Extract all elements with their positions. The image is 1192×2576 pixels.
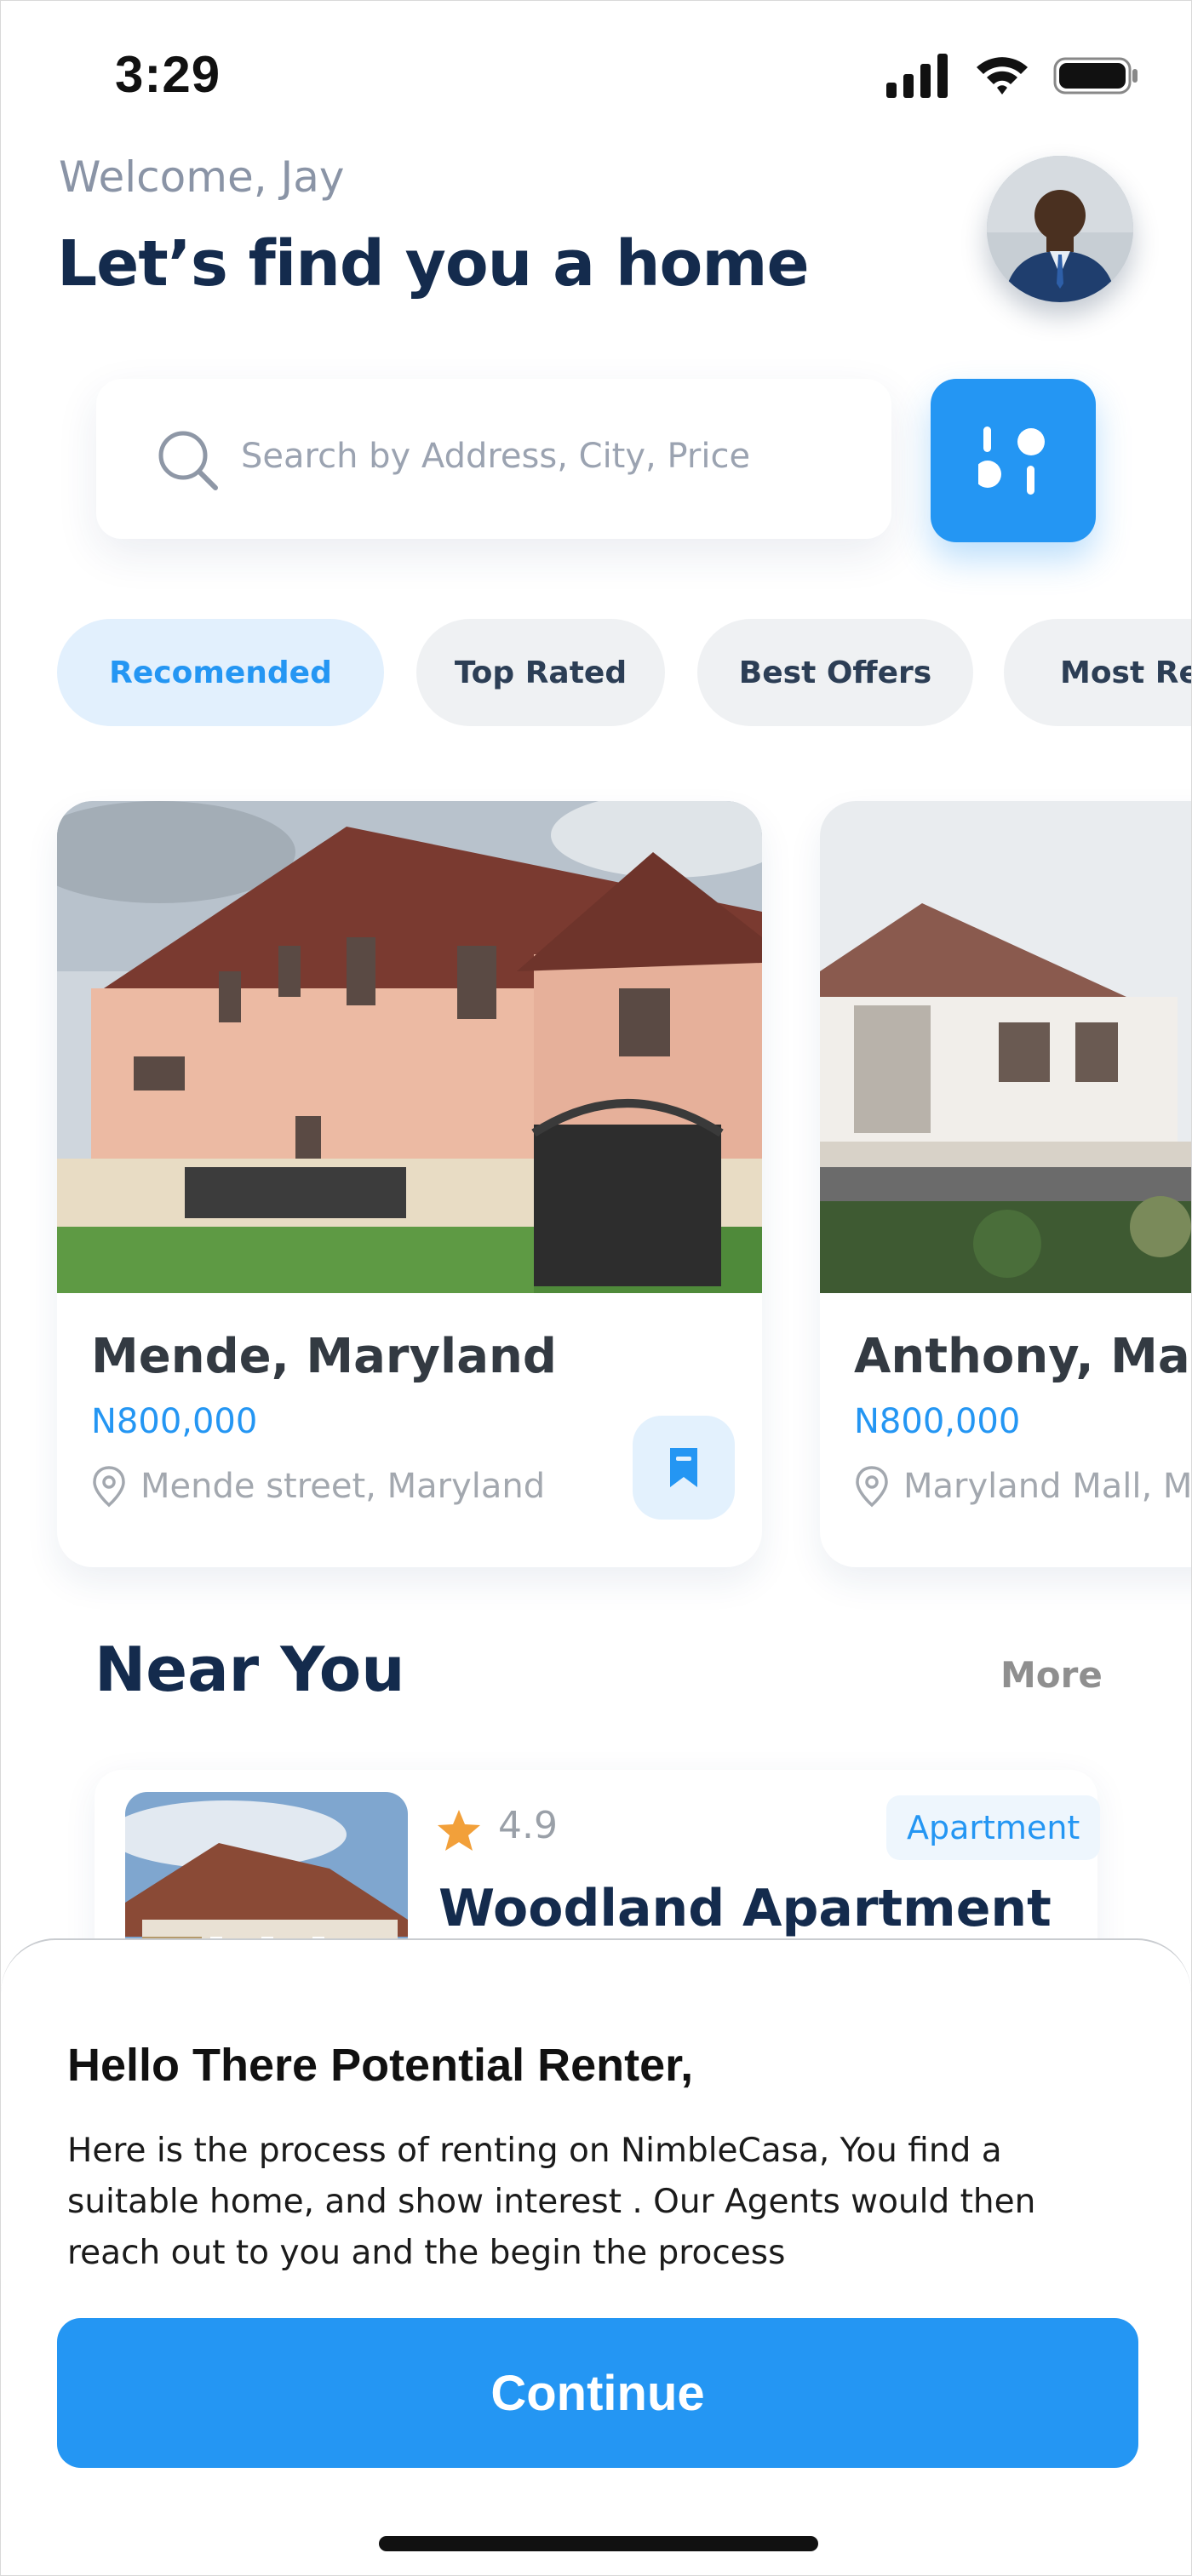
property-card[interactable]: Mende, Maryland N800,000 Mende street, M…	[57, 801, 762, 1567]
property-location: Mende street, Maryland	[91, 1465, 545, 1508]
property-image	[820, 801, 1191, 1293]
property-location: Maryland Mall, M	[854, 1465, 1192, 1508]
tab-top-rated[interactable]: Top Rated	[416, 619, 665, 726]
location-pin-icon	[856, 1466, 888, 1508]
filter-icon	[978, 426, 1045, 495]
search-bar[interactable]: Search by Address, City, Price	[96, 379, 891, 539]
property-title: Mende, Maryland	[91, 1329, 557, 1384]
rating-value: 4.9	[498, 1804, 558, 1847]
signal-icon	[886, 54, 948, 98]
bookmark-button[interactable]	[633, 1416, 735, 1520]
near-you-title: Woodland Apartment	[438, 1879, 1052, 1938]
section-title-near-you: Near You	[95, 1634, 405, 1705]
property-card[interactable]: Anthony, Mary N800,000 Maryland Mall, M	[820, 801, 1192, 1567]
filter-button[interactable]	[931, 379, 1096, 542]
bottom-sheet: Hello There Potential Renter, Here is th…	[1, 1938, 1191, 2575]
location-pin-icon	[93, 1466, 125, 1508]
search-input[interactable]: Search by Address, City, Price	[241, 437, 750, 476]
star-icon	[438, 1810, 480, 1851]
welcome-text: Welcome, Jay	[59, 152, 345, 202]
avatar-image	[987, 156, 1133, 302]
user-avatar[interactable]	[987, 156, 1133, 302]
more-link[interactable]: More	[1000, 1654, 1103, 1696]
property-image	[57, 801, 762, 1293]
property-price: N800,000	[854, 1402, 1021, 1441]
continue-button[interactable]: Continue	[57, 2318, 1138, 2468]
tab-most-rented[interactable]: Most Re	[1004, 619, 1191, 726]
sheet-body: Here is the process of renting on Nimble…	[67, 2132, 1036, 2272]
sheet-title: Hello There Potential Renter,	[67, 2040, 694, 2091]
wifi-icon	[977, 57, 1028, 94]
phone-screen: 3:29 Welcome, Jay Let’s find you a home	[0, 0, 1192, 2576]
search-icon	[158, 431, 218, 490]
tab-best-offers[interactable]: Best Offers	[697, 619, 973, 726]
status-time: 3:29	[115, 46, 221, 103]
battery-icon	[1053, 57, 1138, 94]
property-type-badge: Apartment	[886, 1795, 1101, 1860]
property-title: Anthony, Mary	[854, 1329, 1191, 1384]
home-indicator	[379, 2536, 818, 2551]
page-title: Let’s find you a home	[57, 227, 810, 301]
property-location-text: Mende street, Maryland	[140, 1467, 546, 1506]
bookmark-icon	[670, 1448, 697, 1487]
property-price: N800,000	[91, 1402, 258, 1441]
property-location-text: Maryland Mall, M	[903, 1467, 1192, 1506]
tab-recommended[interactable]: Recomended	[57, 619, 384, 726]
